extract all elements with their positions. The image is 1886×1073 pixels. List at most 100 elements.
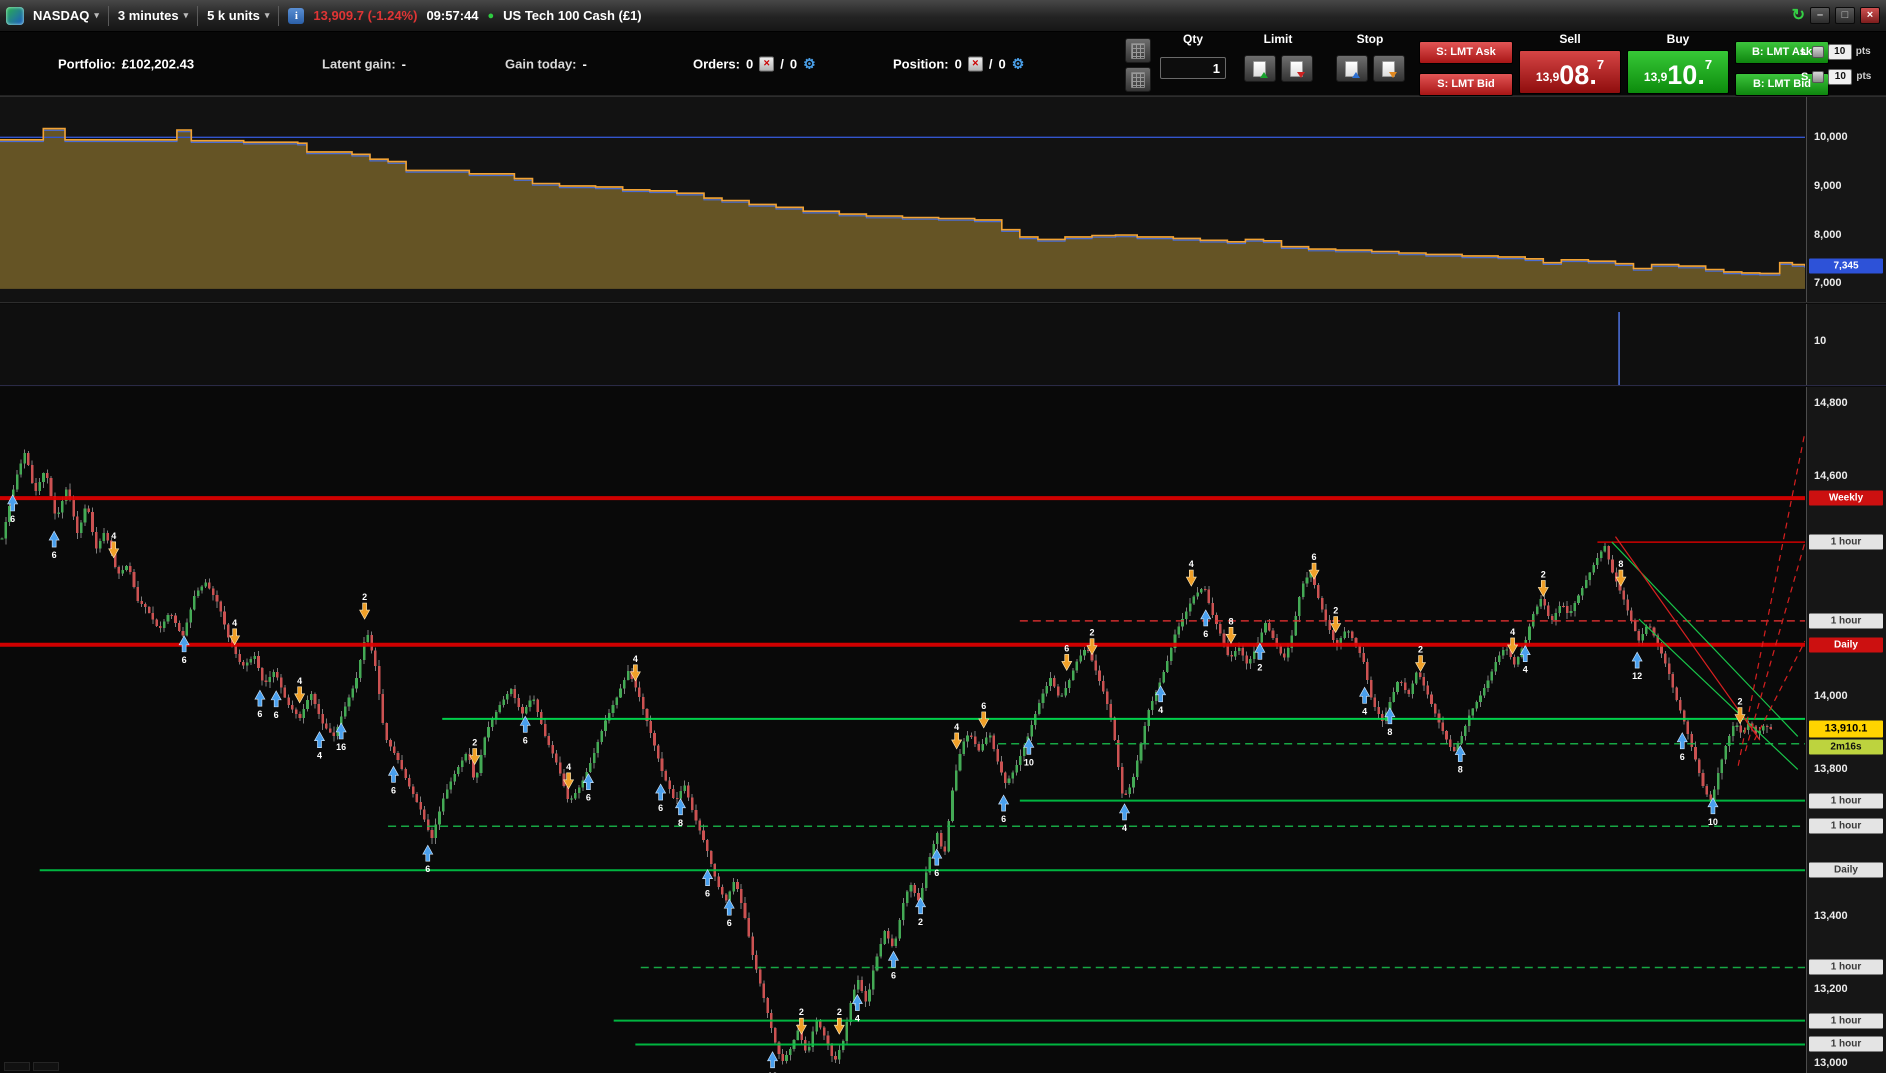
sell-lmt-bid-button[interactable]: S: LMT Bid: [1419, 73, 1513, 96]
long-checkbox[interactable]: [1811, 45, 1824, 58]
calculator-icon: [1131, 42, 1145, 59]
orders-settings-icon[interactable]: ⚙: [803, 57, 816, 71]
minimize-button[interactable]: –: [1810, 7, 1830, 24]
level-tag-daily[interactable]: Daily: [1809, 637, 1883, 653]
equity-chart-canvas[interactable]: [0, 97, 1805, 303]
stop-order-down-button[interactable]: [1372, 55, 1405, 82]
close-button[interactable]: ×: [1860, 7, 1880, 24]
price-axis-tick: 13,800: [1814, 763, 1848, 776]
buy-marker-icon: 6: [387, 765, 399, 795]
sell-marker-icon: 2: [1415, 645, 1427, 673]
svg-text:2: 2: [1257, 662, 1262, 672]
symbol-dropdown[interactable]: NASDAQ ▾: [33, 8, 99, 23]
svg-text:4: 4: [1122, 823, 1127, 833]
svg-text:4: 4: [1523, 665, 1528, 675]
partial-tab[interactable]: [33, 1062, 59, 1071]
position-history-pane[interactable]: 1050: [0, 304, 1886, 386]
sell-price-button[interactable]: 13,9 08. 7: [1519, 50, 1621, 94]
partial-tab[interactable]: [4, 1062, 30, 1071]
gain-today-label: Gain today:: [505, 56, 577, 71]
level-tag-1-hour[interactable]: 1 hour: [1809, 959, 1883, 975]
buy-price-button[interactable]: 13,9 10. 7: [1627, 50, 1729, 94]
limit-order-down-button[interactable]: [1280, 55, 1313, 82]
buy-marker-icon: 6: [655, 783, 667, 813]
buy-marker-icon: 6: [519, 715, 531, 745]
buy-marker-icon: 6: [582, 773, 594, 803]
latent-gain-readout: Latent gain: -: [322, 56, 406, 71]
svg-text:4: 4: [1158, 705, 1163, 715]
info-icon[interactable]: i: [288, 7, 305, 24]
buy-marker-icon: 6: [723, 898, 735, 928]
equity-axis-tick: 9,000: [1814, 179, 1842, 192]
buy-marker-icon: 6: [702, 869, 714, 899]
short-checkbox[interactable]: [1812, 70, 1825, 83]
svg-text:8: 8: [1618, 559, 1623, 569]
trade-panel: Qty Limit Stop S: LMT Ask S: LMT Bid: [1125, 32, 1829, 96]
orders-count: 0: [745, 56, 754, 71]
qty-column: Qty: [1157, 32, 1229, 96]
long-pts-value[interactable]: 10: [1827, 43, 1852, 60]
keypad-button[interactable]: [1125, 67, 1151, 92]
limit-order-up-button[interactable]: [1243, 55, 1276, 82]
qty-input[interactable]: [1160, 57, 1226, 79]
svg-text:6: 6: [1680, 752, 1685, 762]
orders-readout: Orders: 0 × / 0 ⚙: [693, 56, 816, 71]
buy-column: Buy 13,9 10. 7: [1627, 32, 1729, 96]
position-slash: /: [988, 56, 993, 71]
level-tag-1-hour[interactable]: 1 hour: [1809, 818, 1883, 834]
svg-text:4: 4: [1362, 706, 1367, 716]
level-tag-1-hour[interactable]: 1 hour: [1809, 1013, 1883, 1029]
svg-text:4: 4: [954, 722, 959, 732]
svg-text:4: 4: [1189, 559, 1194, 569]
candlestick-chart-canvas[interactable]: 6 6 4 6 4 6 6 4 4 16 2 6 6 2 6 4 6 4 6 8 6 6 10 2 2 4 6 2 6 4 6 6 10 6 2 4 4…: [0, 387, 1805, 1073]
svg-text:8: 8: [1229, 616, 1234, 626]
timeframe-dropdown[interactable]: 3 minutes ▾: [118, 8, 188, 23]
limit-down-doc-icon: [1290, 60, 1305, 78]
buy-marker-icon: 6: [48, 530, 60, 560]
sell-marker-icon: 2: [359, 592, 371, 620]
level-tag-1-hour[interactable]: 1 hour: [1809, 534, 1883, 550]
buy-price-prefix: 13,9: [1643, 70, 1668, 84]
position-settings-icon[interactable]: ⚙: [1012, 57, 1025, 71]
candlestick-chart-pane[interactable]: 6 6 4 6 4 6 6 4 4 16 2 6 6 2 6 4 6 4 6 8 6 6 10 2 2 4 6 2 6 4 6 6 10 6 2 4 4…: [0, 387, 1886, 1073]
svg-text:2: 2: [1541, 569, 1546, 579]
cancel-orders-icon[interactable]: ×: [759, 56, 775, 71]
sell-lmt-ask-button[interactable]: S: LMT Ask: [1419, 41, 1513, 64]
svg-text:2: 2: [1738, 697, 1743, 707]
short-label: S: [1801, 70, 1809, 83]
bottom-left-toolbar-partial: [4, 1062, 59, 1071]
level-tag-daily[interactable]: Daily: [1809, 862, 1883, 878]
buy-marker-icon: 4: [1119, 803, 1131, 833]
svg-text:8: 8: [1387, 727, 1392, 737]
buy-marker-icon: 4: [313, 731, 325, 761]
svg-text:6: 6: [727, 918, 732, 928]
close-position-icon[interactable]: ×: [967, 56, 983, 71]
equity-curve-pane[interactable]: 10,000 9,000 8,000 7,000 7,345: [0, 96, 1886, 303]
chevron-down-icon: ▾: [183, 10, 189, 20]
level-tag-1-hour[interactable]: 1 hour: [1809, 793, 1883, 809]
stop-order-up-button[interactable]: [1335, 55, 1368, 82]
svg-text:8: 8: [678, 818, 683, 828]
latent-gain-label: Latent gain:: [322, 56, 396, 71]
svg-text:6: 6: [1064, 643, 1069, 653]
level-tag-1-hour[interactable]: 1 hour: [1809, 613, 1883, 629]
svg-text:6: 6: [182, 655, 187, 665]
level-tag-1-hour[interactable]: 1 hour: [1809, 1036, 1883, 1052]
buy-marker-icon: 6: [254, 689, 266, 719]
svg-text:2: 2: [918, 917, 923, 927]
svg-text:12: 12: [1632, 671, 1642, 681]
restore-button[interactable]: □: [1835, 7, 1855, 24]
long-pts-unit: pts: [1855, 46, 1871, 57]
short-pts-value[interactable]: 10: [1828, 68, 1853, 85]
svg-text:6: 6: [523, 735, 528, 745]
level-tag-weekly[interactable]: Weekly: [1809, 490, 1883, 506]
buy-marker-icon: 6: [270, 690, 282, 720]
sell-marker-icon: 2: [469, 738, 481, 766]
keypad-icon: [1131, 71, 1145, 88]
sync-icon[interactable]: ↻: [1792, 7, 1805, 24]
position-axis-gutter: 1050: [1806, 304, 1886, 385]
svg-text:2: 2: [837, 1007, 842, 1017]
units-dropdown[interactable]: 5 k units ▾: [207, 8, 269, 23]
position-chart-canvas[interactable]: [0, 304, 1805, 386]
calculator-button[interactable]: [1125, 38, 1151, 63]
